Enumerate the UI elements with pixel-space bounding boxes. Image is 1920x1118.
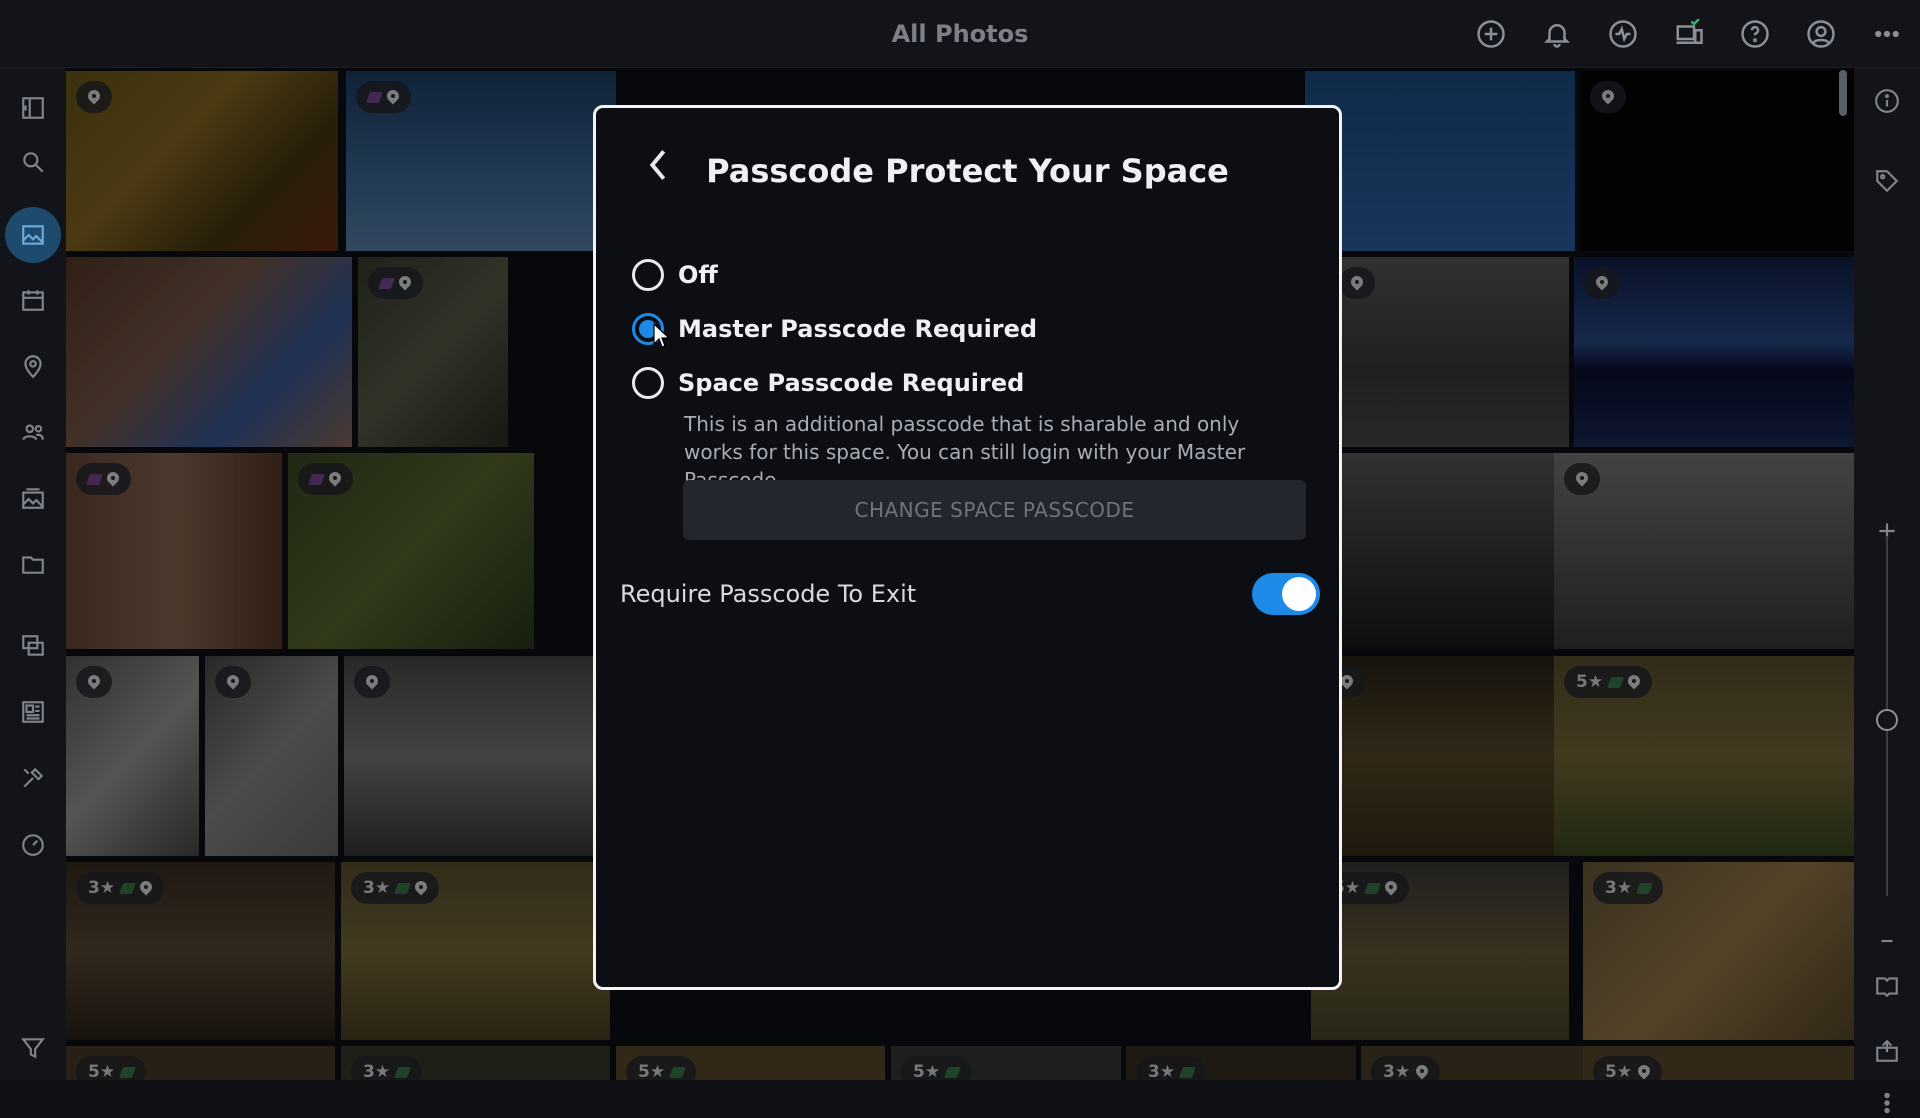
- passcode-dialog: Passcode Protect Your Space Off Master P…: [593, 105, 1342, 990]
- change-space-passcode-button[interactable]: CHANGE SPACE PASSCODE: [683, 480, 1306, 540]
- add-icon[interactable]: [1458, 0, 1524, 68]
- bell-icon[interactable]: [1524, 0, 1590, 68]
- option-label: Master Passcode Required: [678, 315, 1038, 343]
- top-bar: All Photos: [0, 0, 1920, 68]
- search-icon[interactable]: [5, 134, 61, 190]
- map-pin-icon[interactable]: [5, 338, 61, 394]
- tools-icon[interactable]: [5, 750, 61, 806]
- radio-space-passcode[interactable]: [632, 367, 664, 399]
- zoom-out-icon[interactable]: [1864, 918, 1910, 964]
- photos-icon[interactable]: [5, 207, 61, 263]
- dialog-title: Passcode Protect Your Space: [706, 152, 1229, 190]
- option-space-passcode[interactable]: Space Passcode Required: [632, 365, 1024, 401]
- info-icon[interactable]: [1864, 78, 1910, 124]
- sidebar-toggle-icon[interactable]: [5, 80, 61, 136]
- option-master-passcode[interactable]: Master Passcode Required: [632, 311, 1037, 347]
- help-icon[interactable]: [1722, 0, 1788, 68]
- albums-icon[interactable]: [5, 470, 61, 526]
- require-exit-toggle[interactable]: [1252, 573, 1320, 615]
- require-exit-row: Require Passcode To Exit: [620, 570, 1320, 620]
- back-button[interactable]: [636, 143, 680, 187]
- zoom-slider-handle[interactable]: [1876, 709, 1898, 731]
- calendar-icon[interactable]: [5, 272, 61, 328]
- book-icon[interactable]: [1864, 963, 1910, 1009]
- account-icon[interactable]: [1788, 0, 1854, 68]
- right-sidebar: [1854, 68, 1920, 1114]
- layout-icon[interactable]: [5, 684, 61, 740]
- left-sidebar: [0, 68, 66, 1080]
- activity-icon[interactable]: [1590, 0, 1656, 68]
- option-label: Space Passcode Required: [678, 369, 1025, 397]
- people-icon[interactable]: [5, 404, 61, 460]
- grid-scrollbar[interactable]: [1839, 70, 1847, 116]
- more-icon[interactable]: [1854, 0, 1920, 68]
- stacks-icon[interactable]: [5, 618, 61, 674]
- more-vertical-icon[interactable]: [1864, 1088, 1910, 1118]
- require-exit-label: Require Passcode To Exit: [620, 580, 917, 608]
- chevron-left-icon: [649, 150, 666, 180]
- folder-icon[interactable]: [5, 536, 61, 592]
- export-icon[interactable]: [1864, 1028, 1910, 1074]
- option-off[interactable]: Off: [632, 257, 718, 293]
- dashboard-icon[interactable]: [5, 816, 61, 872]
- tag-icon[interactable]: [1864, 158, 1910, 204]
- mouse-cursor-icon: [653, 322, 671, 348]
- top-toolbar: [1458, 0, 1920, 68]
- devices-icon[interactable]: [1656, 0, 1722, 68]
- option-label: Off: [678, 261, 718, 289]
- filter-icon[interactable]: [5, 1020, 61, 1076]
- radio-off[interactable]: [632, 259, 664, 291]
